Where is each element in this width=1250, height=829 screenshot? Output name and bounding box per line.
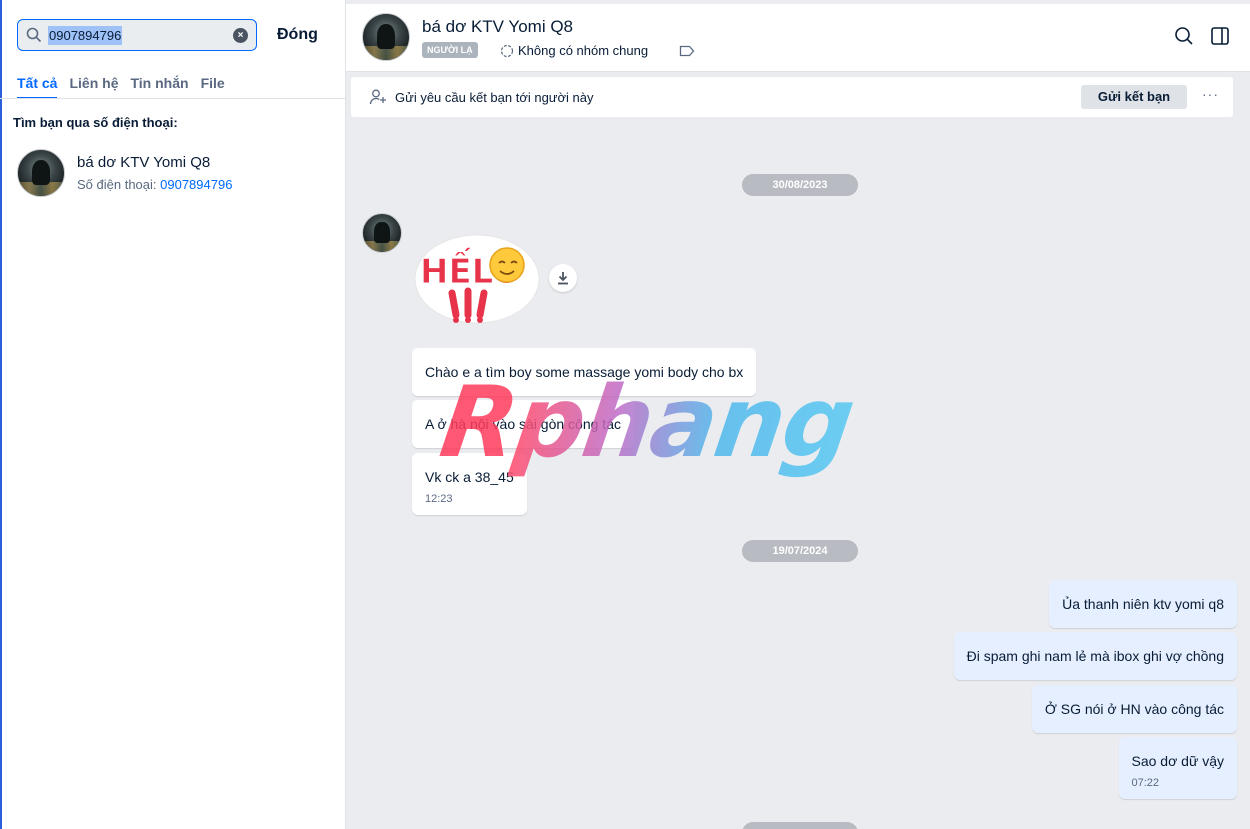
send-friend-request-button[interactable]: Gửi kết bạn — [1081, 85, 1187, 109]
message-text: Đi spam ghi nam lẻ mà ibox ghi vợ chồng — [966, 648, 1224, 664]
group-icon — [500, 44, 514, 57]
result-phone-row: Số điện thoại: 0907894796 — [77, 177, 232, 192]
friend-request-text: Gửi yêu cầu kết bạn tới người này — [395, 89, 594, 105]
search-result-item[interactable]: bá dơ KTV Yomi Q8 Số điện thoại: 0907894… — [17, 149, 232, 197]
search-icon — [26, 27, 42, 43]
search-input[interactable]: 0907894796 × — [17, 19, 257, 51]
outgoing-message[interactable]: Sao dơ dữ vậy 07:22 — [1118, 737, 1237, 799]
tab-contacts[interactable]: Liên hệ — [69, 75, 118, 99]
message-text: Ở SG nói ở HN vào công tác — [1044, 701, 1224, 717]
tabs-divider — [0, 98, 346, 99]
download-icon — [558, 272, 568, 285]
download-button[interactable] — [549, 264, 577, 292]
search-input-value[interactable]: 0907894796 — [48, 25, 123, 45]
result-phone[interactable]: 0907894796 — [160, 177, 232, 192]
tag-icon[interactable] — [679, 45, 695, 57]
search-tabs: Tất cả Liên hệ Tin nhắn File — [17, 75, 225, 99]
chat-header: bá dơ KTV Yomi Q8 NGƯỜI LẠ Không có nhóm… — [346, 4, 1250, 72]
outgoing-message[interactable]: Ở SG nói ở HN vào công tác — [1031, 685, 1237, 733]
add-friend-icon — [369, 89, 386, 105]
search-icon[interactable] — [1174, 26, 1194, 46]
find-by-phone-label: Tìm bạn qua số điện thoại: — [13, 115, 178, 130]
incoming-message[interactable]: A ở hà nội vào sài gòn công tác — [412, 400, 634, 448]
chat-title[interactable]: bá dơ KTV Yomi Q8 — [422, 17, 573, 37]
stranger-badge: NGƯỜI LẠ — [422, 42, 478, 58]
result-name: bá dơ KTV Yomi Q8 — [77, 154, 211, 171]
tab-files[interactable]: File — [201, 75, 225, 99]
common-groups[interactable]: Không có nhóm chung — [500, 43, 648, 58]
sender-avatar[interactable] — [362, 213, 402, 253]
friend-request-bar: Gửi yêu cầu kết bạn tới người này Gửi kế… — [351, 77, 1233, 117]
search-row: 0907894796 × Đóng — [17, 19, 337, 51]
chat-panel: bá dơ KTV Yomi Q8 NGƯỜI LẠ Không có nhóm… — [346, 0, 1250, 829]
search-panel: 0907894796 × Đóng Tất cả Liên hệ Tin nhắ… — [0, 0, 346, 829]
date-separator-partial — [742, 822, 858, 829]
incoming-message[interactable]: Vk ck a 38_45 12:23 — [412, 453, 527, 515]
avatar — [17, 149, 65, 197]
close-search-button[interactable]: Đóng — [277, 26, 318, 44]
result-phone-label: Số điện thoại: — [77, 177, 157, 192]
message-text: A ở hà nội vào sài gòn công tác — [425, 416, 621, 432]
date-separator: 19/07/2024 — [742, 540, 858, 562]
more-options-icon[interactable]: ··· — [1202, 86, 1219, 102]
common-groups-label: Không có nhóm chung — [518, 43, 649, 58]
message-text: Chào e a tìm boy some massage yomi body … — [425, 364, 744, 380]
tab-all[interactable]: Tất cả — [17, 75, 58, 99]
message-text: Ủa thanh niên ktv yomi q8 — [1062, 596, 1224, 612]
chat-avatar[interactable] — [362, 13, 410, 61]
incoming-message[interactable]: Chào e a tìm boy some massage yomi body … — [412, 348, 757, 396]
outgoing-message[interactable]: Đi spam ghi nam lẻ mà ibox ghi vợ chồng — [953, 632, 1237, 680]
hello-sticker[interactable]: HẾLÔ — [412, 233, 542, 325]
tab-messages[interactable]: Tin nhắn — [130, 75, 188, 99]
outgoing-message[interactable]: Ủa thanh niên ktv yomi q8 — [1049, 580, 1237, 628]
clear-icon[interactable]: × — [233, 28, 248, 43]
sidebar-toggle-icon[interactable] — [1210, 26, 1230, 46]
date-separator: 30/08/2023 — [742, 174, 858, 196]
